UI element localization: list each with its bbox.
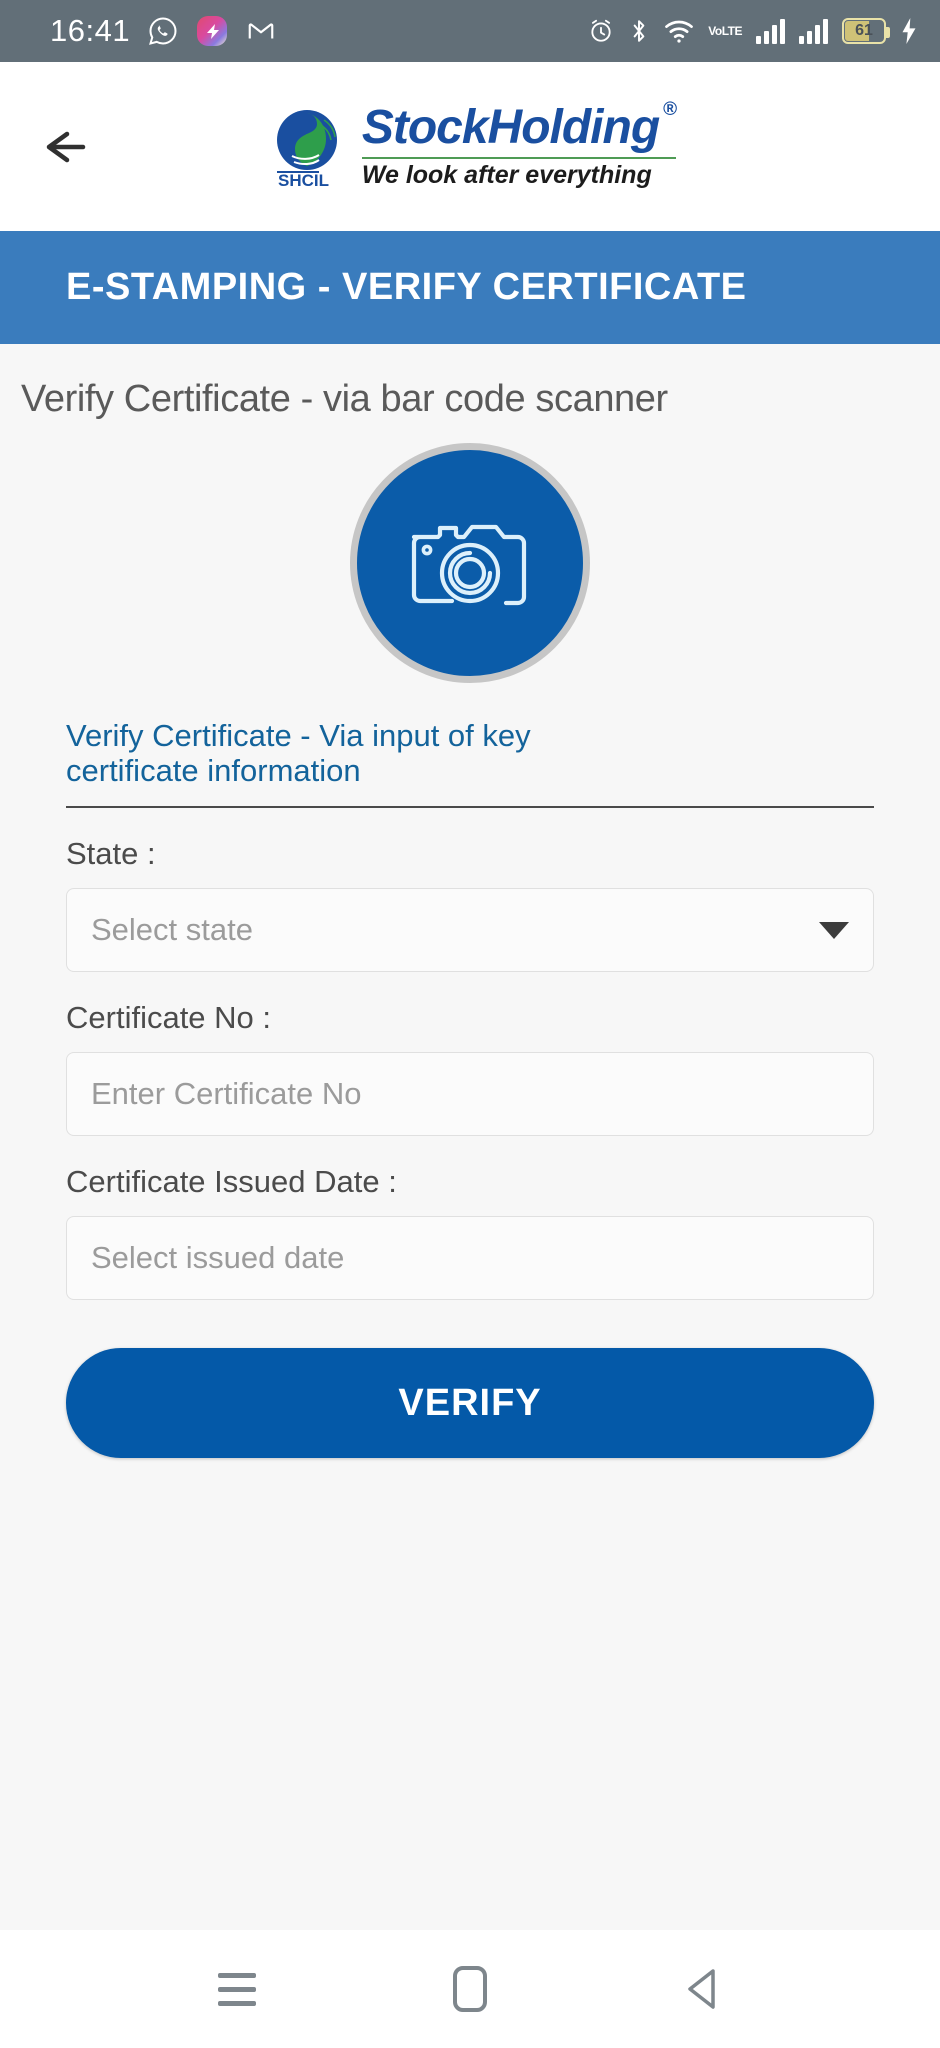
back-triangle-icon: [688, 1969, 716, 2009]
battery-icon: 61: [842, 18, 890, 44]
issued-date-placeholder: Select issued date: [91, 1240, 345, 1276]
chevron-down-icon: [819, 921, 849, 939]
camera-icon: [411, 524, 527, 606]
charging-bolt-icon: [900, 18, 918, 44]
verify-button-wrap: VERIFY: [66, 1348, 874, 1459]
issued-date-input[interactable]: Select issued date: [66, 1216, 874, 1301]
registered-mark-icon: ®: [663, 98, 677, 120]
alarm-icon: [588, 18, 614, 44]
nav-recents-button[interactable]: [192, 1944, 282, 2034]
logo-name-text: StockHolding: [361, 100, 660, 154]
certificate-no-input[interactable]: Enter Certificate No: [66, 1052, 874, 1137]
verify-button[interactable]: VERIFY: [66, 1348, 874, 1459]
back-arrow-icon: [46, 131, 86, 162]
system-nav-bar: [0, 1930, 940, 2048]
bluetooth-icon: [628, 18, 650, 44]
field-group-state: State : Select state: [66, 836, 874, 973]
stockholding-logo: SHCIL StockHolding ® We look after every…: [0, 100, 940, 190]
page-title: E-STAMPING - VERIFY CERTIFICATE: [66, 266, 747, 308]
signal-sim1-icon: [756, 18, 785, 44]
status-bar-left: 16:41: [50, 13, 276, 49]
signal-sim2-icon: [799, 18, 828, 44]
status-bar: 16:41 Vo LTE 61: [0, 0, 940, 62]
header-back-button[interactable]: [30, 112, 100, 182]
wifi-icon: [664, 18, 694, 44]
status-bar-clock: 16:41: [50, 13, 131, 48]
main-content: Verify Certificate - via bar code scanne…: [0, 344, 940, 1930]
issued-date-label: Certificate Issued Date :: [66, 1164, 397, 1200]
scanner-heading: Verify Certificate - via bar code scanne…: [21, 378, 668, 420]
shcil-logo-mark: SHCIL: [264, 104, 350, 190]
state-select-value: Select state: [91, 912, 253, 948]
app-header: SHCIL StockHolding ® We look after every…: [0, 62, 940, 231]
page-banner: E-STAMPING - VERIFY CERTIFICATE: [0, 231, 940, 344]
verify-button-label: VERIFY: [398, 1381, 542, 1424]
barcode-scanner-button[interactable]: [350, 443, 590, 683]
key-info-link-block: Verify Certificate - Via input of key ce…: [66, 718, 874, 809]
status-bar-right: Vo LTE 61: [588, 18, 918, 44]
section-divider: [66, 806, 874, 809]
logo-tagline: We look after everything: [361, 160, 652, 189]
field-group-issued-date: Certificate Issued Date : Select issued …: [66, 1164, 874, 1301]
certificate-no-placeholder: Enter Certificate No: [91, 1076, 362, 1112]
nav-home-button[interactable]: [425, 1944, 515, 2034]
key-info-link[interactable]: Verify Certificate - Via input of key ce…: [66, 718, 666, 788]
state-select[interactable]: Select state: [66, 888, 874, 973]
whatsapp-icon: [148, 16, 178, 46]
logo-wordmark: StockHolding ® We look after everything: [361, 100, 677, 190]
certificate-no-label: Certificate No :: [66, 1000, 272, 1036]
nav-back-button[interactable]: [658, 1944, 748, 2034]
phone-screen: 16:41 Vo LTE 61 SHCIL StockHolding ® We …: [0, 0, 940, 2048]
field-group-certificate-no: Certificate No : Enter Certificate No: [66, 1000, 874, 1137]
app-icon: [196, 15, 228, 47]
logo-name: StockHolding ®: [361, 100, 677, 154]
scanner-button-wrap: [66, 443, 874, 683]
logo-divider: [361, 156, 677, 159]
recents-menu-icon: [217, 1972, 256, 2006]
volte-icon: Vo LTE: [708, 24, 742, 38]
state-label: State :: [66, 836, 156, 872]
svg-text:SHCIL: SHCIL: [278, 171, 329, 190]
gmail-icon: [246, 16, 276, 46]
home-icon: [452, 1966, 487, 2012]
